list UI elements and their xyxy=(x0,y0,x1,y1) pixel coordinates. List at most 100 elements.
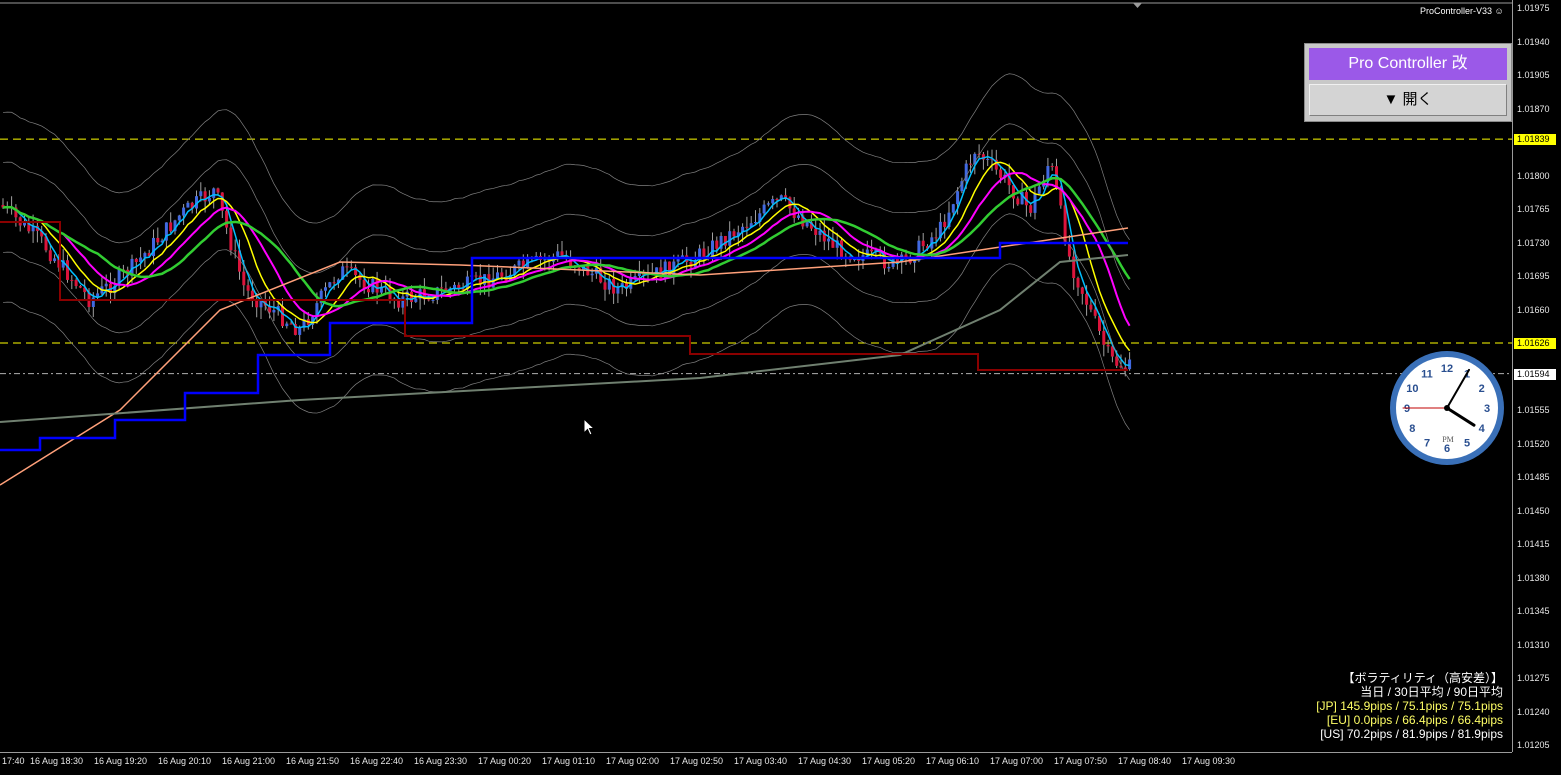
candle-body xyxy=(229,227,233,251)
chart-shift-marker-icon[interactable] xyxy=(1133,3,1142,8)
clock-number: 5 xyxy=(1464,438,1470,450)
price-level-tag: 1.01626 xyxy=(1514,338,1556,350)
price-tick: 1.01485 xyxy=(1517,472,1550,482)
price-axis[interactable]: 1.019751.019401.019051.018701.018351.018… xyxy=(1512,0,1561,752)
candle-body xyxy=(1093,309,1097,316)
candle-body xyxy=(281,306,284,327)
candle-body xyxy=(48,250,52,262)
time-tick: 17:40 xyxy=(2,756,25,766)
candle-body xyxy=(367,289,370,293)
time-tick: 17 Aug 03:40 xyxy=(734,756,788,766)
band-outer-upper-line xyxy=(2,73,1130,240)
candle-body xyxy=(775,199,779,201)
candle-body xyxy=(1029,205,1033,213)
time-tick: 17 Aug 00:20 xyxy=(478,756,532,766)
candle-body xyxy=(70,279,74,281)
time-tick: 17 Aug 07:00 xyxy=(990,756,1044,766)
volatility-subheading: 当日 / 30日平均 / 90日平均 xyxy=(1360,685,1503,699)
candle-body xyxy=(543,259,547,261)
price-tick: 1.01345 xyxy=(1517,606,1550,616)
candle-body xyxy=(225,210,229,228)
candle-body xyxy=(345,266,349,268)
clock-center xyxy=(1444,405,1450,411)
candle-body xyxy=(1102,331,1106,345)
time-tick: 16 Aug 21:50 xyxy=(286,756,340,766)
volatility-row: [EU] 0.0pips / 66.4pips / 66.4pips xyxy=(1326,713,1503,727)
candle-body xyxy=(298,327,302,335)
candle-body xyxy=(332,282,336,284)
time-axis[interactable]: 17:40 16 Aug 18:30 16 Aug 19:20 16 Aug 20:1… xyxy=(0,752,1512,775)
candle-body xyxy=(934,237,938,239)
time-tick: 17 Aug 08:40 xyxy=(1118,756,1172,766)
candle-body xyxy=(616,287,620,294)
trend-line xyxy=(0,254,1129,423)
candle-body xyxy=(500,272,504,277)
candle-body xyxy=(870,249,874,252)
clock-number: 3 xyxy=(1484,403,1490,415)
smiley-icon: ☺ xyxy=(1494,6,1504,16)
ema-long-line xyxy=(2,176,1131,308)
candle-body xyxy=(53,258,57,262)
candle-body xyxy=(349,266,353,268)
candle-body xyxy=(715,240,719,249)
volatility-row: [US] 70.2pips / 81.9pips / 81.9pips xyxy=(1320,727,1503,741)
candle-body xyxy=(1128,359,1132,370)
price-tick: 1.01975 xyxy=(1517,3,1550,13)
time-tick: 17 Aug 02:00 xyxy=(606,756,660,766)
candle-body xyxy=(78,286,82,288)
candle-body xyxy=(246,285,250,291)
candle-body xyxy=(1089,304,1093,310)
candle-body xyxy=(328,282,332,288)
candle-body xyxy=(732,231,736,237)
price-tick: 1.01555 xyxy=(1517,405,1550,415)
candle-body xyxy=(1050,166,1054,168)
chart-canvas[interactable] xyxy=(0,0,1512,752)
clock-number: 8 xyxy=(1409,423,1415,435)
candle-body xyxy=(427,299,431,301)
candle-body xyxy=(951,204,955,213)
candle-body xyxy=(169,222,173,232)
candle-body xyxy=(207,197,211,202)
price-tick: 1.01730 xyxy=(1517,237,1550,248)
candle-body xyxy=(233,250,237,252)
candle-body xyxy=(66,260,69,280)
candle-body xyxy=(401,296,405,308)
candle-body xyxy=(1016,198,1020,205)
price-tick: 1.01520 xyxy=(1517,438,1550,449)
candle-body xyxy=(986,158,990,160)
candle-body xyxy=(797,215,800,218)
candle-body xyxy=(272,310,276,313)
price-chart[interactable] xyxy=(0,0,1512,752)
candle-body xyxy=(285,323,289,327)
price-tick: 1.01660 xyxy=(1517,304,1550,315)
time-tick: 16 Aug 20:10 xyxy=(158,756,212,766)
time-tick: 17 Aug 07:50 xyxy=(1054,756,1108,766)
clock-number: 12 xyxy=(1441,363,1453,375)
candle-body xyxy=(956,191,960,205)
time-tick: 17 Aug 05:20 xyxy=(862,756,916,766)
candle-body xyxy=(199,191,203,197)
analog-clock: 121234567891011PM xyxy=(1390,351,1504,465)
clock-number: 7 xyxy=(1424,438,1430,450)
candle-body xyxy=(134,258,138,263)
candle-body xyxy=(1080,287,1084,294)
candle-body xyxy=(255,300,259,308)
band-outer-lower-line xyxy=(2,263,1130,430)
candle-body xyxy=(182,207,186,216)
candle-body xyxy=(1076,278,1080,288)
price-tick: 1.01940 xyxy=(1517,36,1550,47)
pro-controller-title-button[interactable]: Pro Controller 改 xyxy=(1309,48,1507,80)
open-button[interactable]: ▼ 開く xyxy=(1309,84,1507,116)
price-level-tag: 1.01594 xyxy=(1514,368,1556,380)
price-tick: 1.01765 xyxy=(1517,204,1550,214)
candle-body xyxy=(1012,185,1015,199)
volatility-row: [JP] 145.9pips / 75.1pips / 75.1pips xyxy=(1316,699,1503,713)
candle-body xyxy=(431,299,435,301)
candle-body xyxy=(410,291,413,302)
ema-xlong-line xyxy=(0,227,1129,486)
time-tick: 16 Aug 22:40 xyxy=(350,756,404,766)
price-tick: 1.01275 xyxy=(1517,673,1550,683)
price-tick: 1.01415 xyxy=(1517,539,1550,549)
candle-body xyxy=(960,181,964,192)
clock-number: 6 xyxy=(1444,443,1450,455)
